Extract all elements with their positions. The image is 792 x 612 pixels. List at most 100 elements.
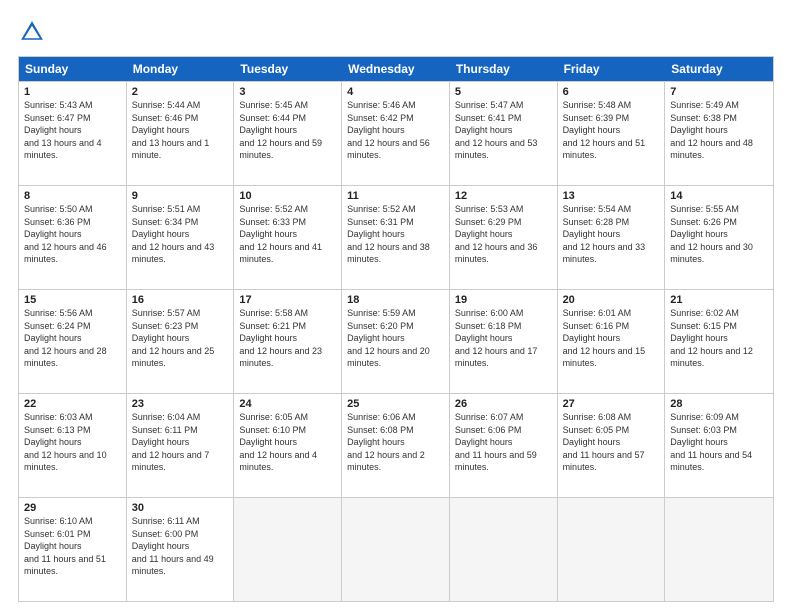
sun-info: Sunrise: 5:52 AMSunset: 6:33 PMDaylight … (239, 203, 336, 266)
day-number: 12 (455, 190, 552, 202)
cal-row-1: 1Sunrise: 5:43 AMSunset: 6:47 PMDaylight… (19, 81, 773, 185)
cal-cell-22: 22Sunrise: 6:03 AMSunset: 6:13 PMDayligh… (19, 394, 127, 497)
sun-info: Sunrise: 5:56 AMSunset: 6:24 PMDaylight … (24, 307, 121, 370)
day-number: 10 (239, 190, 336, 202)
sun-info: Sunrise: 5:55 AMSunset: 6:26 PMDaylight … (670, 203, 768, 266)
cal-cell-1: 1Sunrise: 5:43 AMSunset: 6:47 PMDaylight… (19, 82, 127, 185)
cal-cell-11: 11Sunrise: 5:52 AMSunset: 6:31 PMDayligh… (342, 186, 450, 289)
cal-row-4: 22Sunrise: 6:03 AMSunset: 6:13 PMDayligh… (19, 393, 773, 497)
cal-cell-5: 5Sunrise: 5:47 AMSunset: 6:41 PMDaylight… (450, 82, 558, 185)
cal-cell-15: 15Sunrise: 5:56 AMSunset: 6:24 PMDayligh… (19, 290, 127, 393)
cal-cell-empty (234, 498, 342, 601)
cal-cell-21: 21Sunrise: 6:02 AMSunset: 6:15 PMDayligh… (665, 290, 773, 393)
day-number: 28 (670, 398, 768, 410)
cal-header-day-monday: Monday (127, 57, 235, 81)
cal-cell-13: 13Sunrise: 5:54 AMSunset: 6:28 PMDayligh… (558, 186, 666, 289)
cal-cell-16: 16Sunrise: 5:57 AMSunset: 6:23 PMDayligh… (127, 290, 235, 393)
sun-info: Sunrise: 6:02 AMSunset: 6:15 PMDaylight … (670, 307, 768, 370)
sun-info: Sunrise: 5:57 AMSunset: 6:23 PMDaylight … (132, 307, 229, 370)
day-number: 8 (24, 190, 121, 202)
sun-info: Sunrise: 6:06 AMSunset: 6:08 PMDaylight … (347, 411, 444, 474)
cal-row-2: 8Sunrise: 5:50 AMSunset: 6:36 PMDaylight… (19, 185, 773, 289)
cal-cell-7: 7Sunrise: 5:49 AMSunset: 6:38 PMDaylight… (665, 82, 773, 185)
cal-cell-18: 18Sunrise: 5:59 AMSunset: 6:20 PMDayligh… (342, 290, 450, 393)
cal-cell-empty (558, 498, 666, 601)
day-number: 4 (347, 86, 444, 98)
cal-cell-19: 19Sunrise: 6:00 AMSunset: 6:18 PMDayligh… (450, 290, 558, 393)
day-number: 1 (24, 86, 121, 98)
logo (18, 18, 50, 46)
calendar-header: SundayMondayTuesdayWednesdayThursdayFrid… (19, 57, 773, 81)
cal-cell-empty (450, 498, 558, 601)
cal-header-day-friday: Friday (558, 57, 666, 81)
cal-cell-26: 26Sunrise: 6:07 AMSunset: 6:06 PMDayligh… (450, 394, 558, 497)
cal-cell-10: 10Sunrise: 5:52 AMSunset: 6:33 PMDayligh… (234, 186, 342, 289)
day-number: 17 (239, 294, 336, 306)
day-number: 30 (132, 502, 229, 514)
sun-info: Sunrise: 5:54 AMSunset: 6:28 PMDaylight … (563, 203, 660, 266)
sun-info: Sunrise: 5:48 AMSunset: 6:39 PMDaylight … (563, 99, 660, 162)
sun-info: Sunrise: 6:10 AMSunset: 6:01 PMDaylight … (24, 515, 121, 578)
calendar: SundayMondayTuesdayWednesdayThursdayFrid… (18, 56, 774, 602)
cal-cell-12: 12Sunrise: 5:53 AMSunset: 6:29 PMDayligh… (450, 186, 558, 289)
day-number: 21 (670, 294, 768, 306)
day-number: 15 (24, 294, 121, 306)
cal-cell-24: 24Sunrise: 6:05 AMSunset: 6:10 PMDayligh… (234, 394, 342, 497)
day-number: 25 (347, 398, 444, 410)
cal-cell-empty (342, 498, 450, 601)
sun-info: Sunrise: 5:47 AMSunset: 6:41 PMDaylight … (455, 99, 552, 162)
day-number: 26 (455, 398, 552, 410)
cal-cell-6: 6Sunrise: 5:48 AMSunset: 6:39 PMDaylight… (558, 82, 666, 185)
day-number: 7 (670, 86, 768, 98)
sun-info: Sunrise: 5:46 AMSunset: 6:42 PMDaylight … (347, 99, 444, 162)
cal-cell-14: 14Sunrise: 5:55 AMSunset: 6:26 PMDayligh… (665, 186, 773, 289)
cal-cell-2: 2Sunrise: 5:44 AMSunset: 6:46 PMDaylight… (127, 82, 235, 185)
cal-header-day-tuesday: Tuesday (234, 57, 342, 81)
cal-cell-9: 9Sunrise: 5:51 AMSunset: 6:34 PMDaylight… (127, 186, 235, 289)
sun-info: Sunrise: 5:58 AMSunset: 6:21 PMDaylight … (239, 307, 336, 370)
day-number: 23 (132, 398, 229, 410)
day-number: 3 (239, 86, 336, 98)
sun-info: Sunrise: 5:59 AMSunset: 6:20 PMDaylight … (347, 307, 444, 370)
cal-row-5: 29Sunrise: 6:10 AMSunset: 6:01 PMDayligh… (19, 497, 773, 601)
sun-info: Sunrise: 6:09 AMSunset: 6:03 PMDaylight … (670, 411, 768, 474)
cal-cell-4: 4Sunrise: 5:46 AMSunset: 6:42 PMDaylight… (342, 82, 450, 185)
cal-header-day-saturday: Saturday (665, 57, 773, 81)
cal-header-day-thursday: Thursday (450, 57, 558, 81)
sun-info: Sunrise: 6:08 AMSunset: 6:05 PMDaylight … (563, 411, 660, 474)
page: SundayMondayTuesdayWednesdayThursdayFrid… (0, 0, 792, 612)
cal-cell-28: 28Sunrise: 6:09 AMSunset: 6:03 PMDayligh… (665, 394, 773, 497)
cal-cell-23: 23Sunrise: 6:04 AMSunset: 6:11 PMDayligh… (127, 394, 235, 497)
sun-info: Sunrise: 6:05 AMSunset: 6:10 PMDaylight … (239, 411, 336, 474)
day-number: 2 (132, 86, 229, 98)
sun-info: Sunrise: 5:53 AMSunset: 6:29 PMDaylight … (455, 203, 552, 266)
sun-info: Sunrise: 6:07 AMSunset: 6:06 PMDaylight … (455, 411, 552, 474)
sun-info: Sunrise: 6:03 AMSunset: 6:13 PMDaylight … (24, 411, 121, 474)
day-number: 20 (563, 294, 660, 306)
cal-header-day-wednesday: Wednesday (342, 57, 450, 81)
day-number: 11 (347, 190, 444, 202)
day-number: 18 (347, 294, 444, 306)
cal-cell-17: 17Sunrise: 5:58 AMSunset: 6:21 PMDayligh… (234, 290, 342, 393)
cal-row-3: 15Sunrise: 5:56 AMSunset: 6:24 PMDayligh… (19, 289, 773, 393)
cal-cell-20: 20Sunrise: 6:01 AMSunset: 6:16 PMDayligh… (558, 290, 666, 393)
cal-cell-25: 25Sunrise: 6:06 AMSunset: 6:08 PMDayligh… (342, 394, 450, 497)
calendar-body: 1Sunrise: 5:43 AMSunset: 6:47 PMDaylight… (19, 81, 773, 601)
day-number: 22 (24, 398, 121, 410)
cal-cell-30: 30Sunrise: 6:11 AMSunset: 6:00 PMDayligh… (127, 498, 235, 601)
sun-info: Sunrise: 6:01 AMSunset: 6:16 PMDaylight … (563, 307, 660, 370)
day-number: 27 (563, 398, 660, 410)
sun-info: Sunrise: 5:50 AMSunset: 6:36 PMDaylight … (24, 203, 121, 266)
sun-info: Sunrise: 5:49 AMSunset: 6:38 PMDaylight … (670, 99, 768, 162)
sun-info: Sunrise: 6:00 AMSunset: 6:18 PMDaylight … (455, 307, 552, 370)
sun-info: Sunrise: 5:52 AMSunset: 6:31 PMDaylight … (347, 203, 444, 266)
cal-cell-29: 29Sunrise: 6:10 AMSunset: 6:01 PMDayligh… (19, 498, 127, 601)
day-number: 16 (132, 294, 229, 306)
cal-cell-3: 3Sunrise: 5:45 AMSunset: 6:44 PMDaylight… (234, 82, 342, 185)
sun-info: Sunrise: 5:51 AMSunset: 6:34 PMDaylight … (132, 203, 229, 266)
cal-header-day-sunday: Sunday (19, 57, 127, 81)
day-number: 19 (455, 294, 552, 306)
day-number: 13 (563, 190, 660, 202)
sun-info: Sunrise: 5:43 AMSunset: 6:47 PMDaylight … (24, 99, 121, 162)
day-number: 14 (670, 190, 768, 202)
